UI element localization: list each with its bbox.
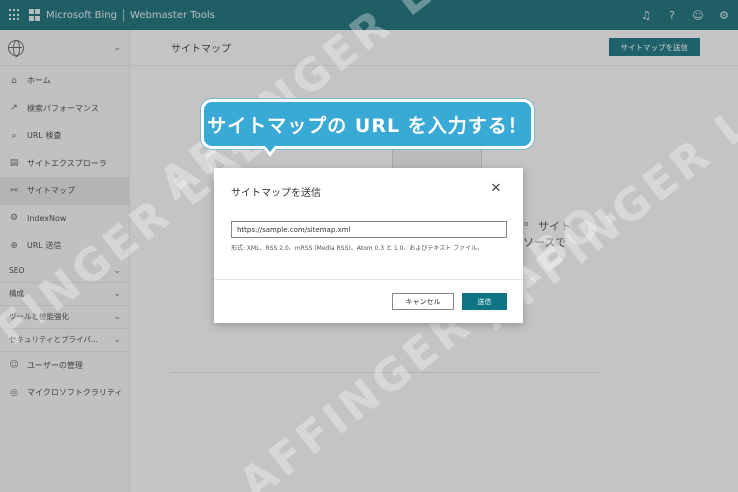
submit-sitemap-dialog: サイトマップを送信 ✕ 形式: XML、RSS 2.0、mRSS (Media … [214,168,523,323]
callout-tail-inner [265,146,275,152]
annotation-callout: サイトマップの URL を入力する！ [201,99,534,149]
format-hint: 形式: XML、RSS 2.0、mRSS (Media RSS)、Atom 0.… [231,245,484,252]
sitemap-url-input[interactable] [231,221,507,238]
send-button[interactable]: 送信 [462,293,507,310]
dialog-title: サイトマップを送信 [231,188,321,199]
cancel-button[interactable]: キャンセル [392,293,454,310]
close-icon[interactable]: ✕ [489,182,503,196]
dialog-divider [214,279,523,280]
callout-text: サイトマップの URL を入力する！ [207,114,528,137]
